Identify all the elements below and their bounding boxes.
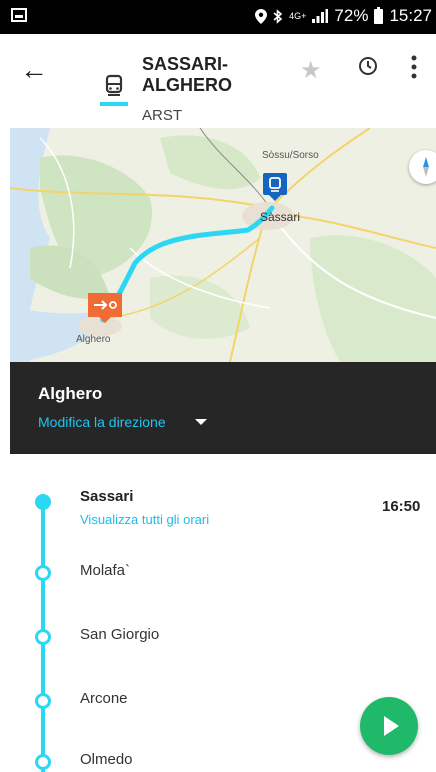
stop-dot — [35, 693, 51, 709]
map-label-alghero: Alghero — [76, 334, 111, 345]
favorite-star-icon[interactable]: ★ — [300, 56, 322, 85]
map-canvas — [10, 128, 436, 362]
train-icon — [100, 70, 128, 108]
schedule-clock-icon[interactable] — [358, 56, 378, 76]
stop-name[interactable]: Olmedo — [80, 751, 133, 768]
map-label-sorso: Sòssu/Sorso — [262, 150, 319, 161]
more-options-icon[interactable] — [411, 55, 417, 79]
status-bar: 4G+ 72% 15:27 — [0, 0, 436, 34]
chevron-down-icon[interactable] — [195, 419, 207, 425]
stop-dot — [35, 629, 51, 645]
compass-button[interactable] — [409, 150, 436, 184]
route-title: SASSARI-ALGHERO — [142, 54, 232, 95]
play-button[interactable] — [360, 697, 418, 755]
stop-name[interactable]: San Giorgio — [80, 626, 159, 643]
battery-percent: 72% — [334, 6, 369, 25]
app-bar: ← SASSARI-ALGHERO ARST ★ — [0, 34, 436, 128]
origin-train-marker[interactable] — [263, 173, 287, 201]
compass-icon — [423, 157, 429, 177]
stop-name[interactable]: Arcone — [80, 690, 128, 707]
stop-dot-current — [35, 494, 51, 510]
map-label-sassari: Sàssari — [260, 210, 301, 224]
direction-destination: Alghero — [38, 384, 103, 403]
stop-name-first[interactable]: Sassari — [80, 488, 133, 505]
view-all-times-link[interactable]: Visualizza tutti gli orari — [80, 512, 209, 527]
back-arrow-icon[interactable]: ← — [20, 56, 48, 84]
stop-dot — [35, 565, 51, 581]
bluetooth-icon — [273, 8, 283, 24]
network-type: 4G+ — [289, 10, 307, 21]
signal-icon — [312, 9, 329, 23]
departure-time: 16:50 — [382, 498, 421, 515]
change-direction-link[interactable]: Modifica la direzione — [38, 414, 166, 430]
route-map[interactable]: Sòssu/Sorso Sàssari Alghero — [10, 128, 436, 362]
status-bar-right: 4G+ 72% 15:27 — [255, 6, 432, 26]
direction-panel: Alghero Modifica la direzione — [10, 362, 436, 454]
location-icon — [255, 8, 268, 24]
clock-time: 15:27 — [389, 6, 432, 25]
notification-icon — [11, 8, 27, 22]
battery-icon — [374, 6, 384, 24]
stop-dot — [35, 754, 51, 770]
stop-name[interactable]: Molafa` — [80, 562, 130, 579]
route-operator: ARST — [142, 107, 183, 124]
